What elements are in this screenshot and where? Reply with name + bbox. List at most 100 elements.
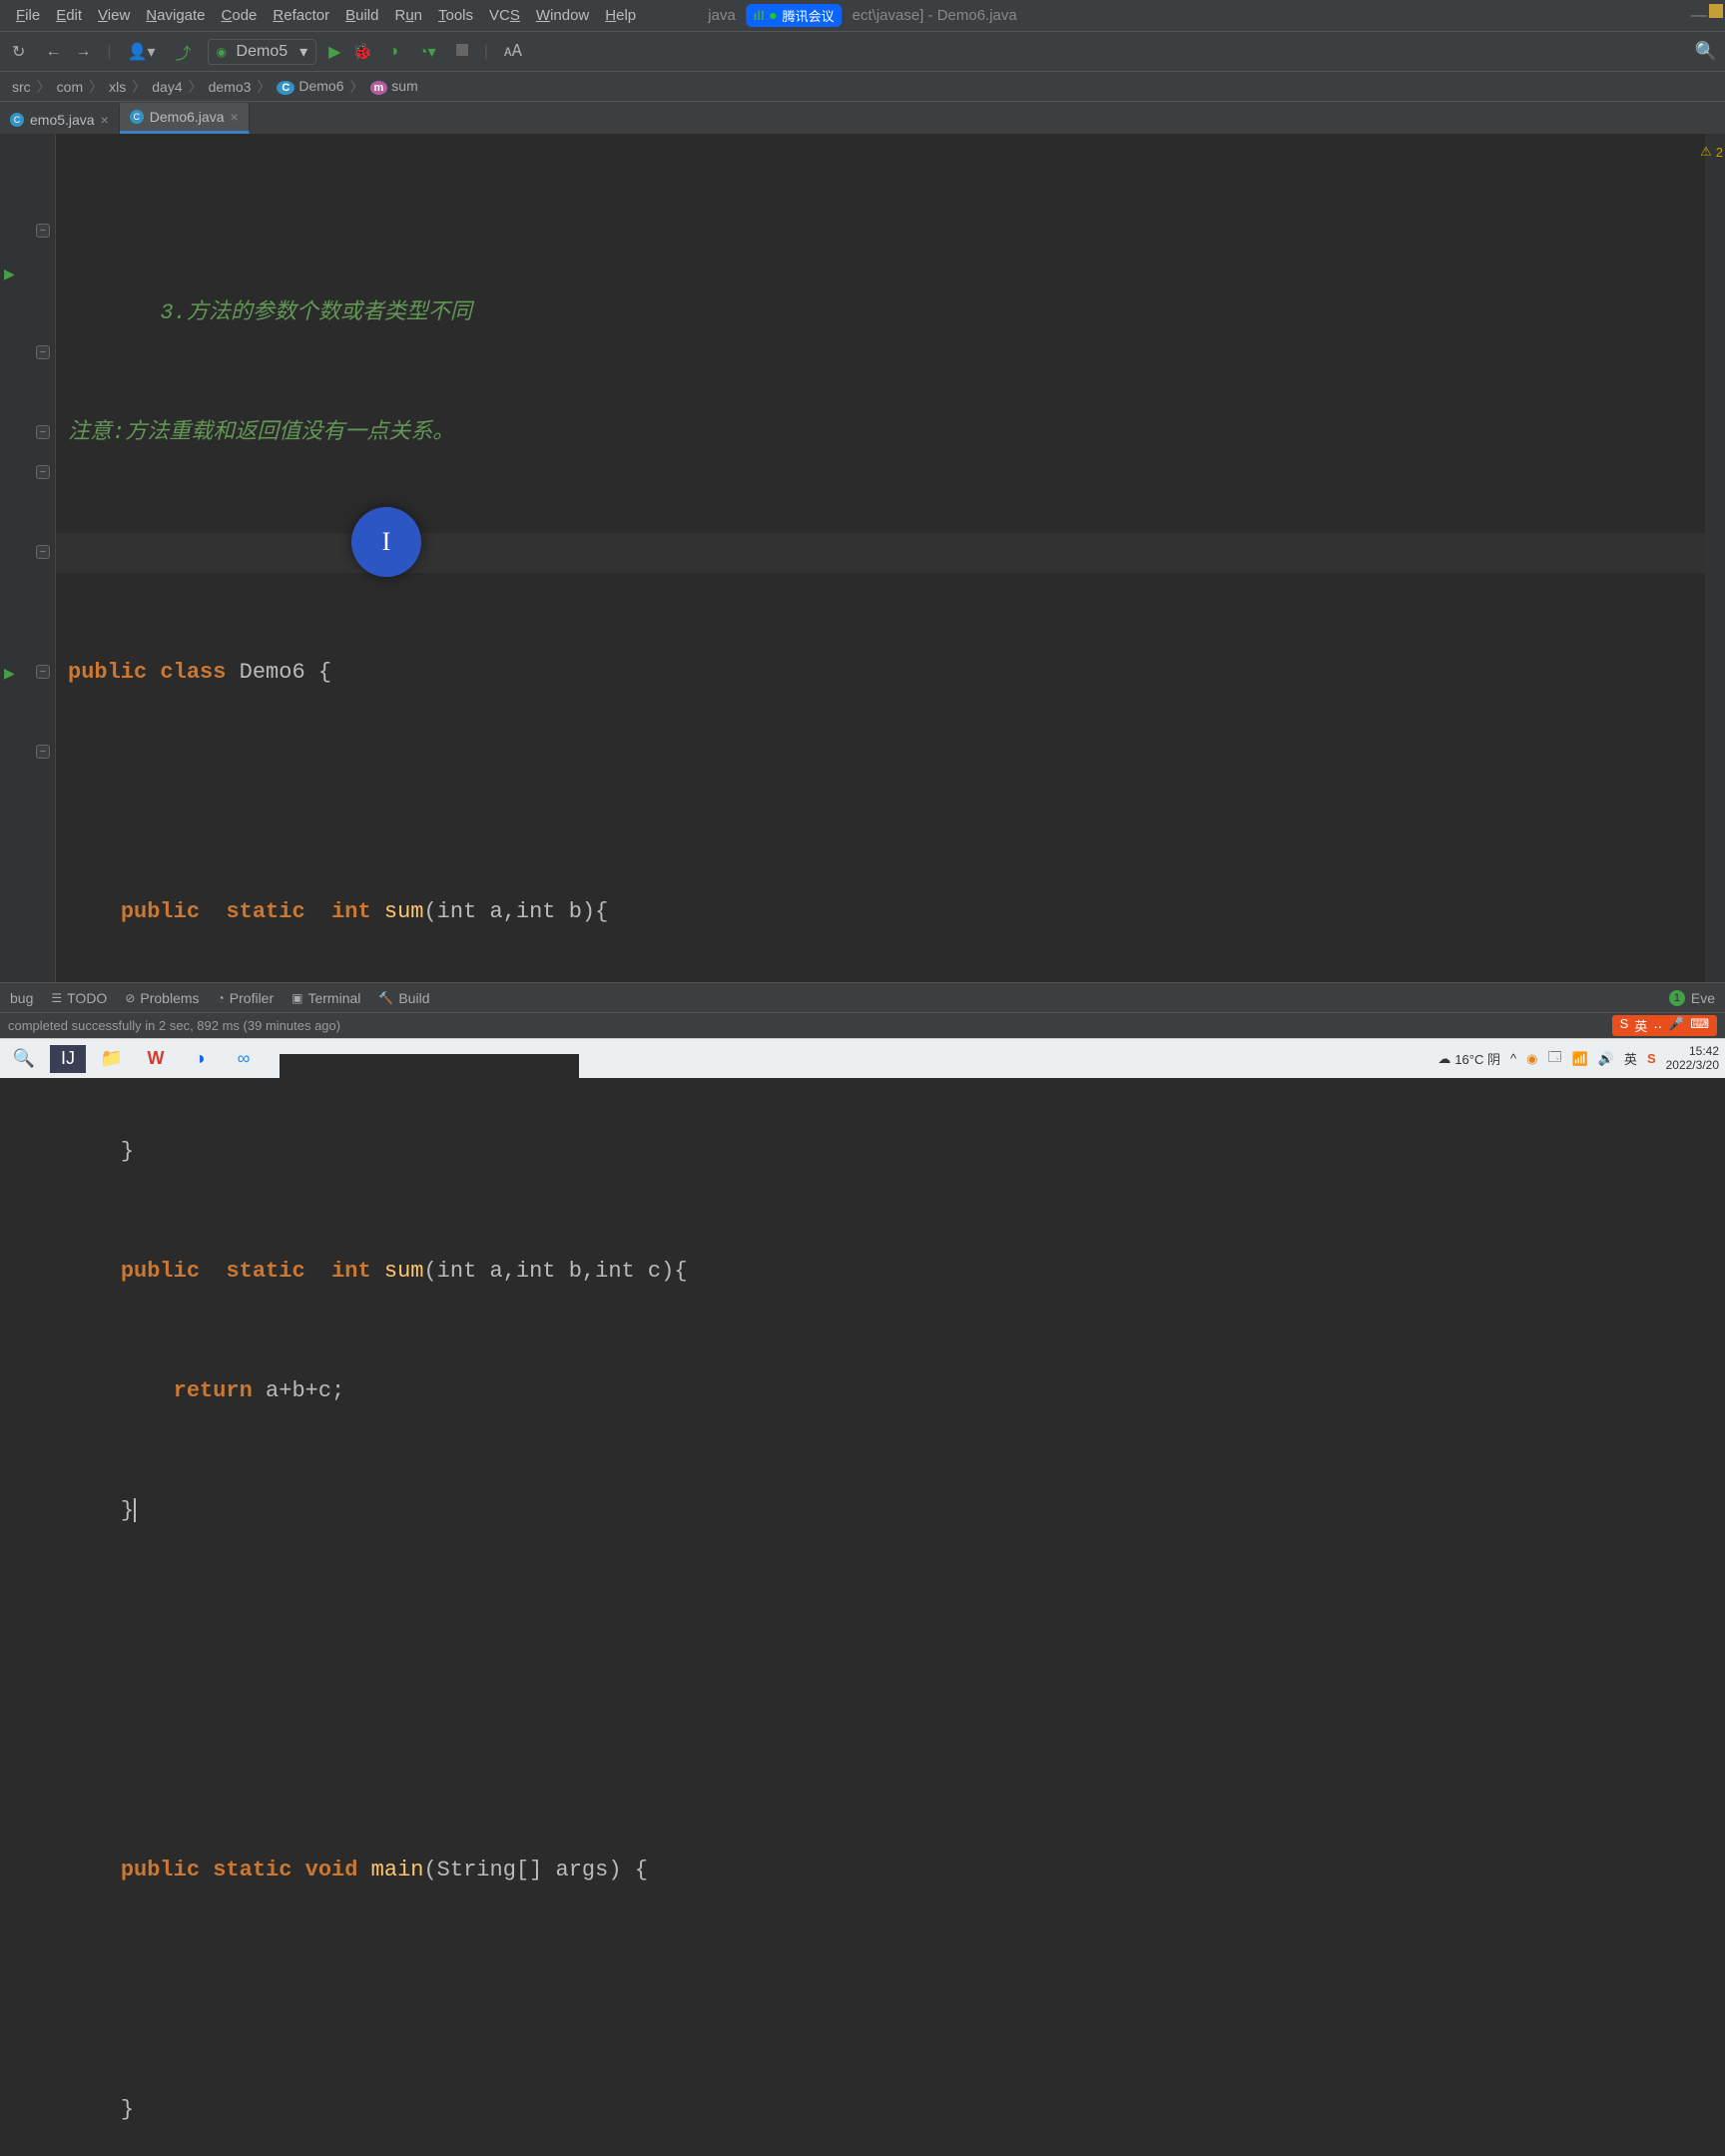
run-button[interactable]: ▶: [328, 42, 340, 62]
close-icon[interactable]: ×: [230, 109, 238, 125]
fold-icon[interactable]: −: [36, 425, 50, 439]
tool-terminal[interactable]: ▣Terminal: [291, 990, 360, 1006]
profiler-icon: ◔: [218, 991, 225, 1005]
nav-fwd-button[interactable]: →: [71, 43, 95, 61]
fold-icon[interactable]: −: [36, 224, 50, 238]
toolbar: ↻ ← → | 👤▾ ⤴ Demo5 ▶ 🐞 ◑ ◔▾ | 🗚 🔍: [0, 32, 1725, 72]
ime-lang-indicator[interactable]: 英: [1624, 1049, 1637, 1068]
tool-window-bar: bug ☰TODO ⊘Problems ◔Profiler ▣Terminal …: [0, 982, 1725, 1012]
inspection-badge[interactable]: ⚠2: [1700, 144, 1723, 160]
status-bar: completed successfully in 2 sec, 892 ms …: [0, 1012, 1725, 1038]
dark-overlay: [280, 1054, 579, 1078]
tab-label: Demo6.java: [150, 109, 225, 125]
fold-icon[interactable]: −: [36, 745, 50, 759]
crumb-src[interactable]: src: [8, 79, 35, 95]
tencent-meeting-pill[interactable]: ıll 腾讯会议: [746, 4, 843, 27]
method-icon: m: [370, 81, 388, 95]
clock[interactable]: 15:42 2022/3/20: [1666, 1045, 1719, 1071]
run-gutter-icon[interactable]: ▶: [4, 266, 15, 282]
run-gutter-icon[interactable]: ▶: [4, 665, 15, 682]
tencent-meeting-icon[interactable]: ◑: [182, 1045, 218, 1073]
checkmark-icon[interactable]: ⤴: [172, 40, 196, 64]
tool-todo[interactable]: ☰TODO: [51, 990, 107, 1006]
tab-demo6[interactable]: C Demo6.java ×: [120, 103, 250, 134]
editor[interactable]: − ▶ − − − − ▶ − − 3.方法的参数个数或者类型不同 注意:方法重…: [0, 134, 1725, 982]
menu-edit[interactable]: Edit: [48, 3, 90, 28]
crumb-class[interactable]: CDemo6: [273, 78, 347, 95]
menu-file[interactable]: FFileile: [8, 3, 48, 28]
cursor-highlight-icon: I: [351, 507, 421, 577]
signal-icon: ıll: [754, 8, 765, 23]
translate-icon[interactable]: 🗚: [500, 43, 526, 61]
profile-button[interactable]: ◔▾: [414, 42, 440, 62]
code-area[interactable]: 3.方法的参数个数或者类型不同 注意:方法重载和返回值没有一点关系。 */ pu…: [56, 134, 1705, 982]
menu-navigate[interactable]: Navigate: [138, 3, 213, 28]
menu-window[interactable]: Window: [528, 3, 597, 28]
menu-build[interactable]: Build: [337, 3, 386, 28]
stop-button[interactable]: [452, 43, 472, 61]
crumb-com[interactable]: com: [53, 79, 87, 95]
user-icon[interactable]: 👤▾: [124, 42, 160, 62]
recording-dot-icon: [771, 13, 777, 19]
text-caret: [134, 1498, 136, 1522]
battery-icon[interactable]: 🗔: [1547, 1048, 1561, 1070]
keyboard-icon: ⌨: [1690, 1016, 1709, 1035]
menu-run[interactable]: Run: [386, 3, 430, 28]
search-icon[interactable]: 🔍: [6, 1045, 42, 1073]
volume-icon[interactable]: 🔊: [1598, 1051, 1614, 1067]
tab-label: emo5.java: [30, 112, 95, 128]
menu-help[interactable]: Help: [597, 3, 644, 28]
run-config-name: Demo5: [237, 43, 288, 61]
class-icon: C: [277, 81, 294, 95]
tray-app-icon[interactable]: ◉: [1526, 1051, 1537, 1067]
menu-refactor[interactable]: Refactor: [265, 3, 337, 28]
close-icon[interactable]: ×: [101, 112, 109, 128]
time: 15:42: [1666, 1045, 1719, 1058]
fold-icon[interactable]: −: [36, 665, 50, 679]
tab-demo5[interactable]: C emo5.java ×: [0, 106, 120, 134]
crumb-xls[interactable]: xls: [105, 79, 130, 95]
weather-widget[interactable]: ☁ 16°C 阴: [1438, 1049, 1500, 1068]
windows-taskbar: 🔍 IJ 📁 W ◑ ∞ ☁ 16°C 阴 ^ ◉ 🗔 📶 🔊 英 S 15:4…: [0, 1038, 1725, 1078]
crumb-day4[interactable]: day4: [148, 79, 186, 95]
sync-icon[interactable]: ↻: [8, 42, 29, 62]
wps-icon[interactable]: W: [138, 1045, 174, 1073]
fold-icon[interactable]: −: [36, 465, 50, 479]
debug-button[interactable]: 🐞: [352, 42, 372, 62]
ime-indicator[interactable]: S 英 ‥ 🎤 ⌨: [1612, 1015, 1717, 1036]
search-everywhere-button[interactable]: 🔍: [1695, 41, 1717, 62]
gutter: − ▶ − − − − ▶ − −: [0, 134, 56, 982]
event-log[interactable]: 1 Eve: [1669, 990, 1715, 1006]
window-title: ect\javase] - Demo6.java: [853, 7, 1017, 24]
fold-icon[interactable]: −: [36, 545, 50, 559]
status-message: completed successfully in 2 sec, 892 ms …: [8, 1018, 340, 1033]
menu-view[interactable]: View: [90, 3, 138, 28]
java-class-icon: C: [10, 113, 24, 127]
problems-icon: ⊘: [125, 991, 135, 1005]
menu-tools[interactable]: Tools: [430, 3, 481, 28]
intellij-icon[interactable]: IJ: [50, 1045, 86, 1073]
tool-build[interactable]: 🔨Build: [378, 990, 429, 1006]
crumb-demo3[interactable]: demo3: [205, 79, 256, 95]
crumb-method[interactable]: msum: [366, 78, 422, 95]
coverage-button[interactable]: ◑: [384, 43, 402, 61]
menu-vcs[interactable]: VCS: [481, 3, 528, 28]
chevron-up-icon[interactable]: ^: [1510, 1051, 1516, 1066]
tool-problems[interactable]: ⊘Problems: [125, 990, 199, 1006]
file-explorer-icon[interactable]: 📁: [94, 1045, 130, 1073]
fold-icon[interactable]: −: [36, 345, 50, 359]
baidu-netdisk-icon[interactable]: ∞: [226, 1045, 262, 1073]
run-config-selector[interactable]: Demo5: [208, 39, 317, 65]
breadcrumb: src〉 com〉 xls〉 day4〉 demo3〉 CDemo6〉 msum: [0, 72, 1725, 102]
wifi-icon[interactable]: 📶: [1572, 1051, 1588, 1067]
tencent-label: 腾讯会议: [783, 6, 835, 25]
editor-tabs: C emo5.java × C Demo6.java ×: [0, 102, 1725, 134]
editor-stripe: ⚠2: [1705, 134, 1725, 982]
tool-debug[interactable]: bug: [10, 990, 33, 1006]
mic-icon: 🎤: [1668, 1016, 1684, 1035]
nav-back-button[interactable]: ←: [41, 43, 65, 61]
build-icon: 🔨: [378, 991, 393, 1005]
menu-code[interactable]: Code: [214, 3, 266, 28]
tool-profiler[interactable]: ◔Profiler: [218, 990, 275, 1006]
sogou-icon[interactable]: S: [1647, 1051, 1656, 1066]
